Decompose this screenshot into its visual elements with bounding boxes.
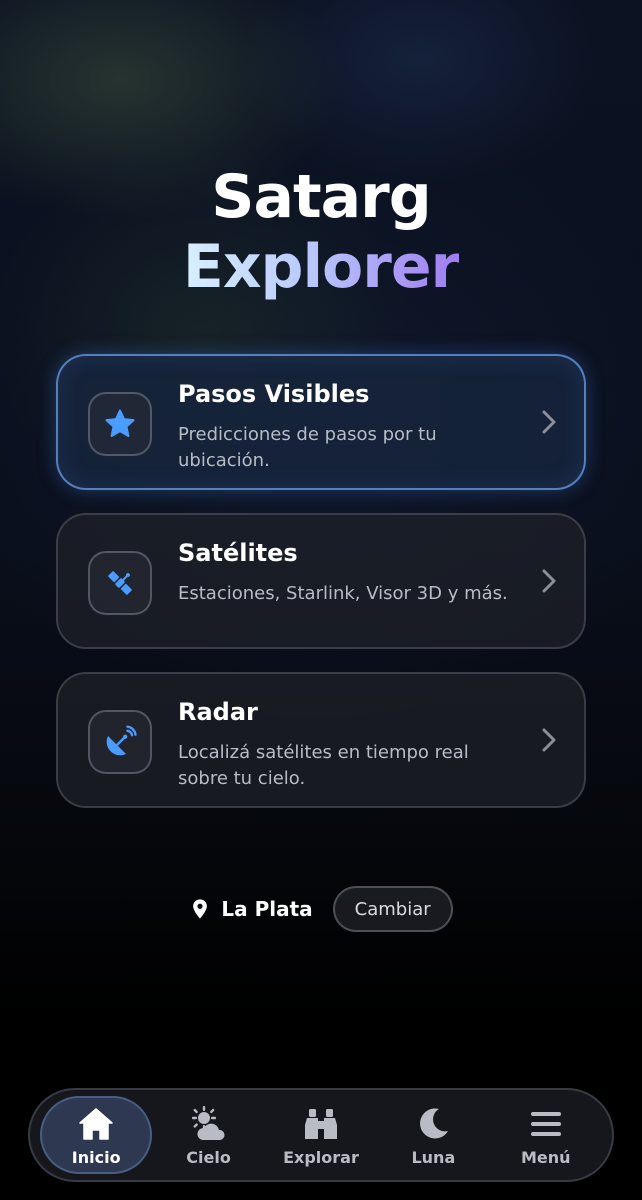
menu-icon: [530, 1111, 561, 1136]
nav-label: Menú: [520, 1147, 571, 1167]
binoculars-icon: [304, 1108, 337, 1139]
nav-label: Explorar: [283, 1147, 359, 1167]
nav-label: Cielo: [186, 1147, 231, 1167]
nav-item-menu[interactable]: Menú: [490, 1096, 602, 1174]
card-icon-box: [88, 710, 152, 774]
card-title: Pasos Visibles: [178, 380, 370, 408]
card-radar[interactable]: Radar Localizá satélites en tiempo real …: [56, 672, 586, 808]
nav-item-explorar[interactable]: Explorar: [265, 1096, 377, 1174]
nav-item-cielo[interactable]: Cielo: [153, 1096, 265, 1174]
card-satelites[interactable]: Satélites Estaciones, Starlink, Visor 3D…: [56, 513, 586, 649]
location-city: La Plata: [221, 897, 313, 921]
weather-sun-cloud-icon: [191, 1105, 225, 1140]
chevron-right-icon: [542, 569, 556, 593]
card-title: Radar: [178, 698, 258, 726]
bottom-navigation: Inicio Cielo Explorar Luna Menú: [28, 1088, 614, 1182]
location-pin-icon: [193, 899, 208, 919]
change-location-button[interactable]: Cambiar: [332, 886, 453, 932]
chevron-right-icon: [542, 410, 556, 434]
nav-item-inicio[interactable]: Inicio: [40, 1096, 153, 1174]
star-icon: [105, 409, 135, 437]
card-icon-box: [88, 392, 152, 456]
app-title-gradient-text: Explorer: [182, 232, 460, 302]
moon-icon: [420, 1107, 449, 1138]
nav-label: Luna: [411, 1147, 456, 1167]
radar-dish-icon: [106, 725, 137, 756]
app-title-line1: Satarg: [211, 162, 431, 232]
card-description: Estaciones, Starlink, Visor 3D y más.: [178, 583, 508, 604]
card-description: Predicciones de pasos por tu ubicación.: [178, 424, 437, 471]
home-icon: [79, 1107, 113, 1140]
nav-label: Inicio: [71, 1147, 121, 1167]
satellite-icon: [108, 571, 132, 595]
chevron-right-icon: [542, 728, 556, 752]
location-row: La Plata Cambiar: [0, 886, 642, 932]
card-description: Localizá satélites en tiempo real sobre …: [178, 742, 469, 789]
card-pasos-visibles[interactable]: Pasos Visibles Predicciones de pasos por…: [56, 354, 586, 490]
card-title: Satélites: [178, 539, 298, 567]
nav-item-luna[interactable]: Luna: [377, 1096, 489, 1174]
app-title-line2: Explorer: [0, 232, 642, 302]
card-icon-box: [88, 551, 152, 615]
